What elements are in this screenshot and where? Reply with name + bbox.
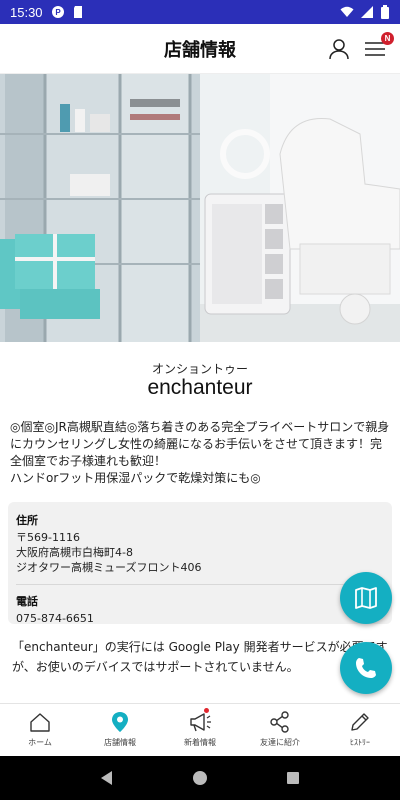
bottom-navigation: ホーム 店舗情報 新着情報 友達に紹介 ﾋｽﾄﾘｰ [0,703,400,756]
user-icon [329,39,349,60]
page-title: 店舗情報 [164,39,236,61]
account-button[interactable] [326,36,352,62]
sd-card-icon [73,6,82,18]
phone-number[interactable]: 075-874-6651 [16,611,384,626]
call-button[interactable] [340,642,392,694]
app-header: 店舗情報 N [0,24,400,74]
back-icon[interactable] [99,770,115,786]
signal-icon [361,6,373,18]
battery-icon [381,5,389,19]
nav-label-home: ホーム [28,738,52,747]
nav-news[interactable]: 新着情報 [160,704,240,756]
home-circle-icon[interactable] [192,770,208,786]
nav-shop-info[interactable]: 店舗情報 [80,704,160,756]
menu-badge: N [381,32,394,45]
salon-interior-image [0,74,400,342]
nav-history[interactable]: ﾋｽﾄﾘｰ [320,704,400,756]
svg-text:P: P [55,8,61,17]
address-line-2: ジオタワー高槻ミューズフロント406 [16,561,202,574]
nav-label-shop-info: 店舗情報 [104,738,136,747]
notification-icon: P [51,6,64,18]
wifi-icon [340,6,354,17]
address-line-1: 大阪府高槻市白梅町4-8 [16,546,133,559]
nav-home[interactable]: ホーム [0,704,80,756]
shop-photo [0,74,400,342]
shop-name-reading: オンショントゥー [151,362,248,376]
status-bar: 15:30 P [0,0,400,24]
shop-info-card: 住所 〒569-1116 大阪府高槻市白梅町4-8 ジオタワー高槻ミューズフロン… [8,502,392,626]
system-navigation-bar [0,756,400,800]
phone-icon [356,658,376,678]
nav-label-history: ﾋｽﾄﾘｰ [350,738,370,747]
map-button[interactable] [340,572,392,624]
location-pin-icon [112,712,128,732]
shop-description: ◎個室◎JR高槻駅直結◎落ち着きのある完全プライベートサロンで親身にカウンセリン… [10,420,390,485]
menu-button[interactable]: N [362,32,394,62]
recents-icon[interactable] [285,770,301,786]
home-icon [30,713,50,732]
postal-code: 〒569-1116 [16,531,80,544]
divider [16,584,384,585]
new-indicator-dot [204,708,209,713]
share-icon [270,711,289,733]
pencil-icon [351,713,369,731]
play-services-notice: 「enchanteur」の実行には Google Play 開発者サービスが必要… [12,640,388,674]
megaphone-icon [190,713,211,732]
address-label: 住所 [16,514,38,527]
nav-label-refer-friend: 友達に紹介 [260,738,300,747]
nav-label-news: 新着情報 [184,738,216,747]
status-time: 15:30 [10,4,43,20]
shop-name: enchanteur [147,376,253,399]
phone-label: 電話 [16,595,38,608]
nav-refer-friend[interactable]: 友達に紹介 [240,704,320,756]
map-icon [355,587,377,609]
